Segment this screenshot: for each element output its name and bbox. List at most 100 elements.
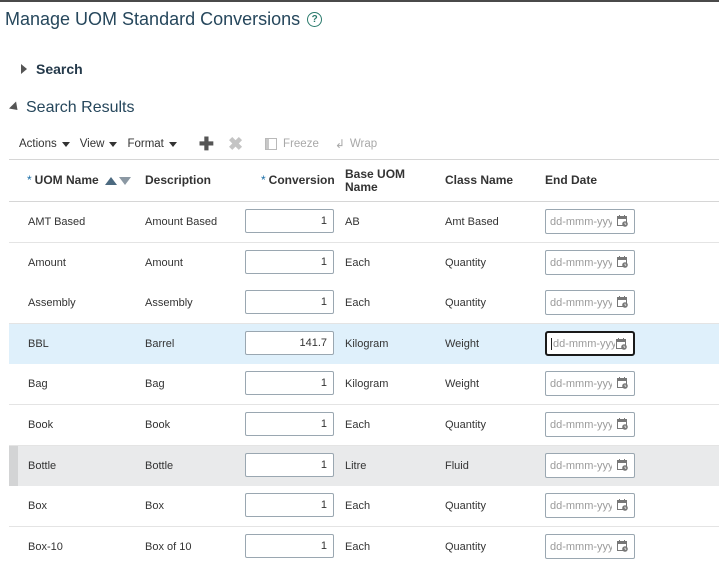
search-results-toggle[interactable]: Search Results bbox=[8, 99, 135, 117]
class-name-cell: Quantity bbox=[445, 541, 486, 553]
class-name-cell: Amt Based bbox=[445, 216, 499, 228]
conversion-input[interactable]: 1 bbox=[245, 371, 334, 395]
end-date-placeholder: dd-mmm-yyyy bbox=[550, 296, 612, 309]
column-header-label: Conversion bbox=[268, 173, 335, 187]
description-cell: Box bbox=[145, 500, 164, 512]
column-header-uom-name[interactable]: * UOM Name bbox=[27, 160, 131, 201]
required-mark: * bbox=[261, 173, 266, 187]
description-cell: Box of 10 bbox=[145, 541, 192, 553]
base-uom-cell: Kilogram bbox=[345, 338, 389, 350]
format-menu-label: Format bbox=[127, 138, 164, 150]
description-cell: Bottle bbox=[145, 460, 174, 472]
conversion-input[interactable]: 1 bbox=[245, 412, 334, 436]
table-row[interactable]: Box-10 Box of 10 1 Each Quantity dd-mmm-yyyy bbox=[9, 527, 719, 562]
view-menu[interactable]: View bbox=[80, 138, 118, 150]
description-cell: Amount Based bbox=[145, 216, 218, 228]
end-date-input[interactable]: dd-mmm-yyyy bbox=[545, 453, 635, 478]
table-row[interactable]: AMT Based Amount Based 1 AB Amt Based dd-mmm-… bbox=[9, 202, 719, 243]
end-date-placeholder: dd-mmm-yyyy bbox=[550, 499, 612, 512]
delete-row-icon[interactable]: ✖ bbox=[228, 135, 243, 153]
column-header-label: UOM Name bbox=[34, 173, 99, 187]
description-cell: Barrel bbox=[145, 338, 175, 350]
end-date-input[interactable]: dd-mmm-yyyy bbox=[545, 290, 635, 315]
column-header-conversion[interactable]: * Conversion bbox=[261, 160, 335, 201]
class-name-cell: Quantity bbox=[445, 297, 486, 309]
base-uom-cell: AB bbox=[345, 216, 360, 228]
row-marker bbox=[9, 486, 18, 526]
collapse-triangle-icon bbox=[8, 100, 22, 114]
freeze-icon bbox=[265, 138, 278, 150]
column-header-description[interactable]: Description bbox=[145, 160, 211, 201]
end-date-input[interactable]: dd-mmm-yyyy bbox=[545, 371, 635, 396]
calendar-icon[interactable] bbox=[617, 377, 628, 389]
sort-descending-icon[interactable] bbox=[118, 176, 131, 185]
end-date-input[interactable]: dd-mmm-yyyy bbox=[545, 331, 635, 356]
row-marker bbox=[9, 283, 18, 323]
calendar-icon[interactable] bbox=[617, 540, 628, 552]
table-row[interactable]: BBL Barrel 141.7 Kilogram Weight dd-mmm-yyyy bbox=[9, 324, 719, 365]
uom-name-cell: BBL bbox=[28, 338, 49, 350]
conversion-input[interactable]: 1 bbox=[245, 493, 334, 517]
search-section-toggle[interactable]: Search bbox=[21, 61, 83, 77]
calendar-icon[interactable] bbox=[617, 215, 628, 227]
table-header: * UOM Name Description * Conversion Base… bbox=[9, 160, 719, 202]
column-header-end-date[interactable]: End Date bbox=[545, 160, 597, 201]
top-border bbox=[0, 0, 719, 2]
end-date-input[interactable]: dd-mmm-yyyy bbox=[545, 209, 635, 234]
conversion-input[interactable]: 141.7 bbox=[245, 331, 334, 355]
end-date-placeholder: dd-mmm-yyyy bbox=[550, 215, 612, 228]
calendar-icon[interactable] bbox=[617, 256, 628, 268]
end-date-input[interactable]: dd-mmm-yyyy bbox=[545, 534, 635, 559]
calendar-icon[interactable] bbox=[617, 499, 628, 511]
row-marker bbox=[9, 202, 18, 242]
help-icon[interactable]: ? bbox=[307, 12, 323, 27]
end-date-placeholder: dd-mmm-yyyy bbox=[550, 377, 612, 390]
format-menu[interactable]: Format bbox=[127, 138, 177, 150]
calendar-icon[interactable] bbox=[616, 338, 627, 350]
calendar-icon[interactable] bbox=[617, 296, 628, 308]
table-toolbar: Actions View Format ✚ ✖ Freeze ↲ Wrap bbox=[19, 135, 377, 153]
base-uom-cell: Each bbox=[345, 419, 371, 431]
end-date-input[interactable]: dd-mmm-yyyy bbox=[545, 250, 635, 275]
conversion-input[interactable]: 1 bbox=[245, 250, 334, 274]
wrap-label: Wrap bbox=[349, 138, 378, 150]
table-row[interactable]: Book Book 1 Each Quantity dd-mmm-yyyy bbox=[9, 405, 719, 446]
table-row[interactable]: Amount Amount 1 Each Quantity dd-mmm-yyyy bbox=[9, 243, 719, 284]
wrap-button[interactable]: ↲ Wrap bbox=[335, 137, 377, 151]
conversion-input[interactable]: 1 bbox=[245, 534, 334, 558]
end-date-placeholder: dd-mmm-yyyy bbox=[551, 337, 615, 350]
table-row[interactable]: Assembly Assembly 1 Each Quantity dd-mmm-yyyy bbox=[9, 283, 719, 324]
end-date-placeholder: dd-mmm-yyyy bbox=[550, 418, 612, 431]
add-row-icon[interactable]: ✚ bbox=[199, 135, 214, 153]
calendar-icon[interactable] bbox=[617, 459, 628, 471]
page-title: Manage UOM Standard Conversions bbox=[5, 9, 301, 29]
conversion-input[interactable]: 1 bbox=[245, 209, 334, 233]
view-menu-label: View bbox=[79, 138, 105, 150]
end-date-input[interactable]: dd-mmm-yyyy bbox=[545, 412, 635, 437]
sort-icon[interactable] bbox=[104, 176, 131, 185]
table-row[interactable]: Bottle Bottle 1 Litre Fluid dd-mmm-yyyy bbox=[9, 446, 719, 487]
column-header-base-uom[interactable]: Base UOM Name bbox=[345, 160, 425, 201]
freeze-button[interactable]: Freeze bbox=[265, 138, 319, 150]
calendar-icon[interactable] bbox=[617, 418, 628, 430]
base-uom-cell: Kilogram bbox=[345, 378, 389, 390]
actions-menu[interactable]: Actions bbox=[19, 138, 70, 150]
end-date-placeholder: dd-mmm-yyyy bbox=[550, 256, 612, 269]
base-uom-cell: Each bbox=[345, 500, 371, 512]
uom-name-cell: Book bbox=[28, 419, 54, 431]
conversion-input[interactable]: 1 bbox=[245, 290, 334, 314]
table-row[interactable]: Box Box 1 Each Quantity dd-mmm-yyyy bbox=[9, 486, 719, 527]
column-header-class-name[interactable]: Class Name bbox=[445, 160, 513, 201]
description-cell: Assembly bbox=[145, 297, 193, 309]
row-marker bbox=[9, 243, 18, 283]
sort-ascending-icon[interactable] bbox=[104, 176, 117, 185]
end-date-input[interactable]: dd-mmm-yyyy bbox=[545, 493, 635, 518]
base-uom-cell: Each bbox=[345, 297, 371, 309]
table-row[interactable]: Bag Bag 1 Kilogram Weight dd-mmm-yyyy bbox=[9, 364, 719, 405]
base-uom-cell: Each bbox=[345, 541, 371, 553]
results-table: * UOM Name Description * Conversion Base… bbox=[9, 159, 719, 562]
conversion-input[interactable]: 1 bbox=[245, 453, 334, 477]
expand-triangle-icon bbox=[21, 64, 27, 74]
class-name-cell: Quantity bbox=[445, 257, 486, 269]
column-header-label: Class Name bbox=[445, 173, 514, 187]
